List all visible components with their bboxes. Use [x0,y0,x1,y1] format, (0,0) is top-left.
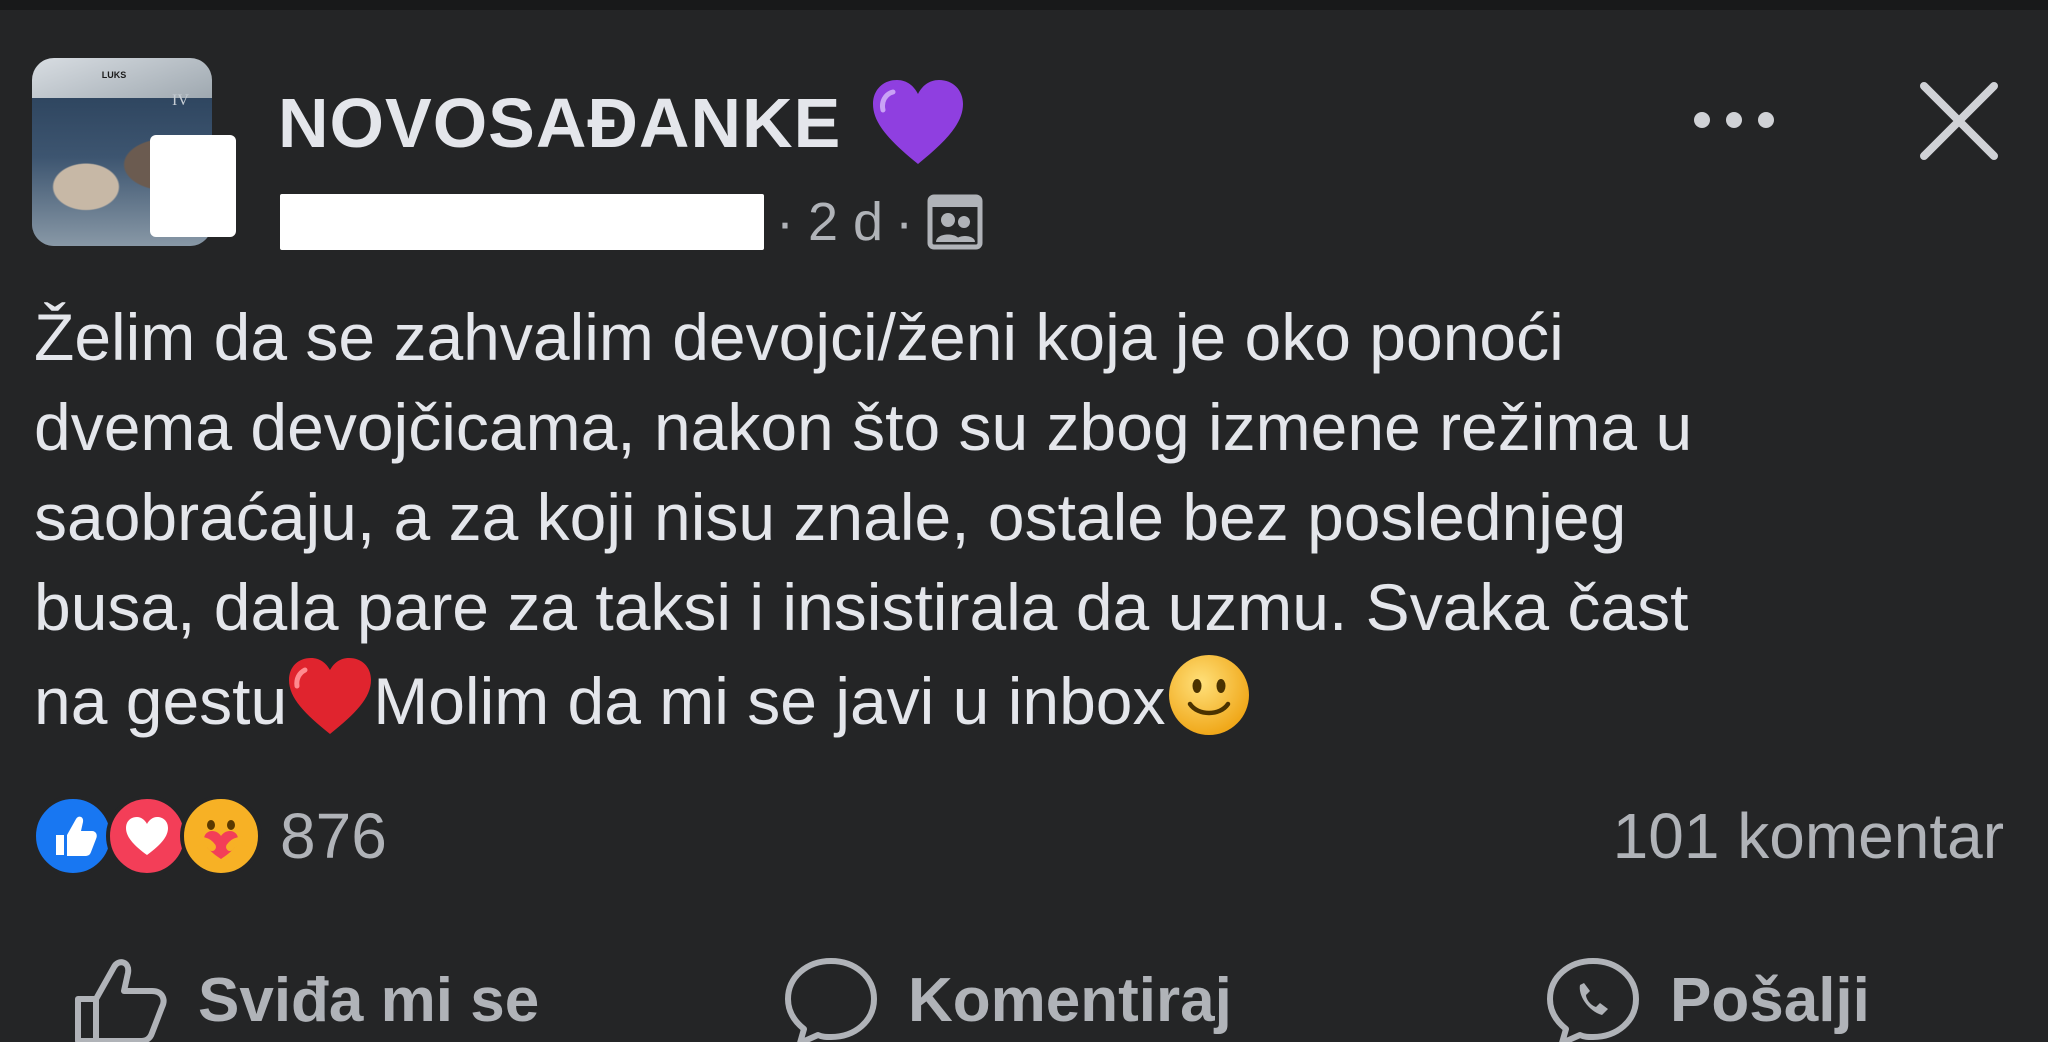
comment-button-label: Komentiraj [908,965,1232,1035]
action-bar: Sviđa mi se Komentiraj Pošalji [0,955,2048,1042]
reaction-count: 876 [280,800,387,872]
post-timestamp[interactable]: 2 d [808,191,883,253]
red-heart-icon [287,656,373,760]
care-reaction-icon [180,795,262,877]
like-reaction-icon [32,795,114,877]
comment-button[interactable]: Komentiraj [782,955,1232,1042]
avatar-badge: IV [172,92,189,109]
like-button[interactable]: Sviđa mi se [72,955,539,1042]
meta-separator: · [895,192,914,252]
send-button[interactable]: Pošalji [1544,955,1870,1042]
post-card: LUKS IV NOVOSAĐANKE · 2 d · Želim da se … [0,10,2048,1042]
send-button-label: Pošalji [1670,965,1870,1035]
post-text-line: busa, dala pare za taksi i insistirala d… [34,570,1689,644]
post-text-segment: na gestu [34,664,288,738]
post-text-segment: Molim da mi se javi u inbox [373,664,1166,738]
like-button-label: Sviđa mi se [198,965,540,1035]
post-text-line: dvema devojčicama, nakon što su zbog izm… [34,390,1693,464]
messenger-icon [1547,958,1639,1042]
group-name-row: NOVOSAĐANKE [278,78,965,168]
close-icon[interactable] [1916,78,2002,164]
more-options-icon[interactable] [1692,100,1776,140]
post-text-line-last: na gestu Molim da mi se javi u inbox [34,652,2024,760]
author-name-redacted[interactable] [280,194,764,250]
group-members-icon [927,194,983,250]
thumbs-up-icon [75,959,167,1042]
smiling-face-icon [1166,652,1252,760]
meta-separator: · [776,192,794,252]
post-text-line: saobraćaju, a za koji nisu znale, ostale… [34,480,1627,554]
meta-row: · 2 d · [280,190,983,254]
post-text: Želim da se zahvalim devojci/ženi koja j… [34,292,2024,760]
top-bar [0,0,2048,10]
user-avatar-redacted[interactable] [150,135,236,237]
group-name[interactable]: NOVOSAĐANKE [278,83,841,163]
purple-heart-icon [871,78,965,168]
avatar-title: LUKS [101,70,127,80]
reactions-summary[interactable]: 876 [32,795,387,877]
comment-count[interactable]: 101 komentar [1613,798,2004,874]
love-reaction-icon [106,795,188,877]
comment-icon [785,958,877,1042]
post-text-line: Želim da se zahvalim devojci/ženi koja j… [34,300,1564,374]
